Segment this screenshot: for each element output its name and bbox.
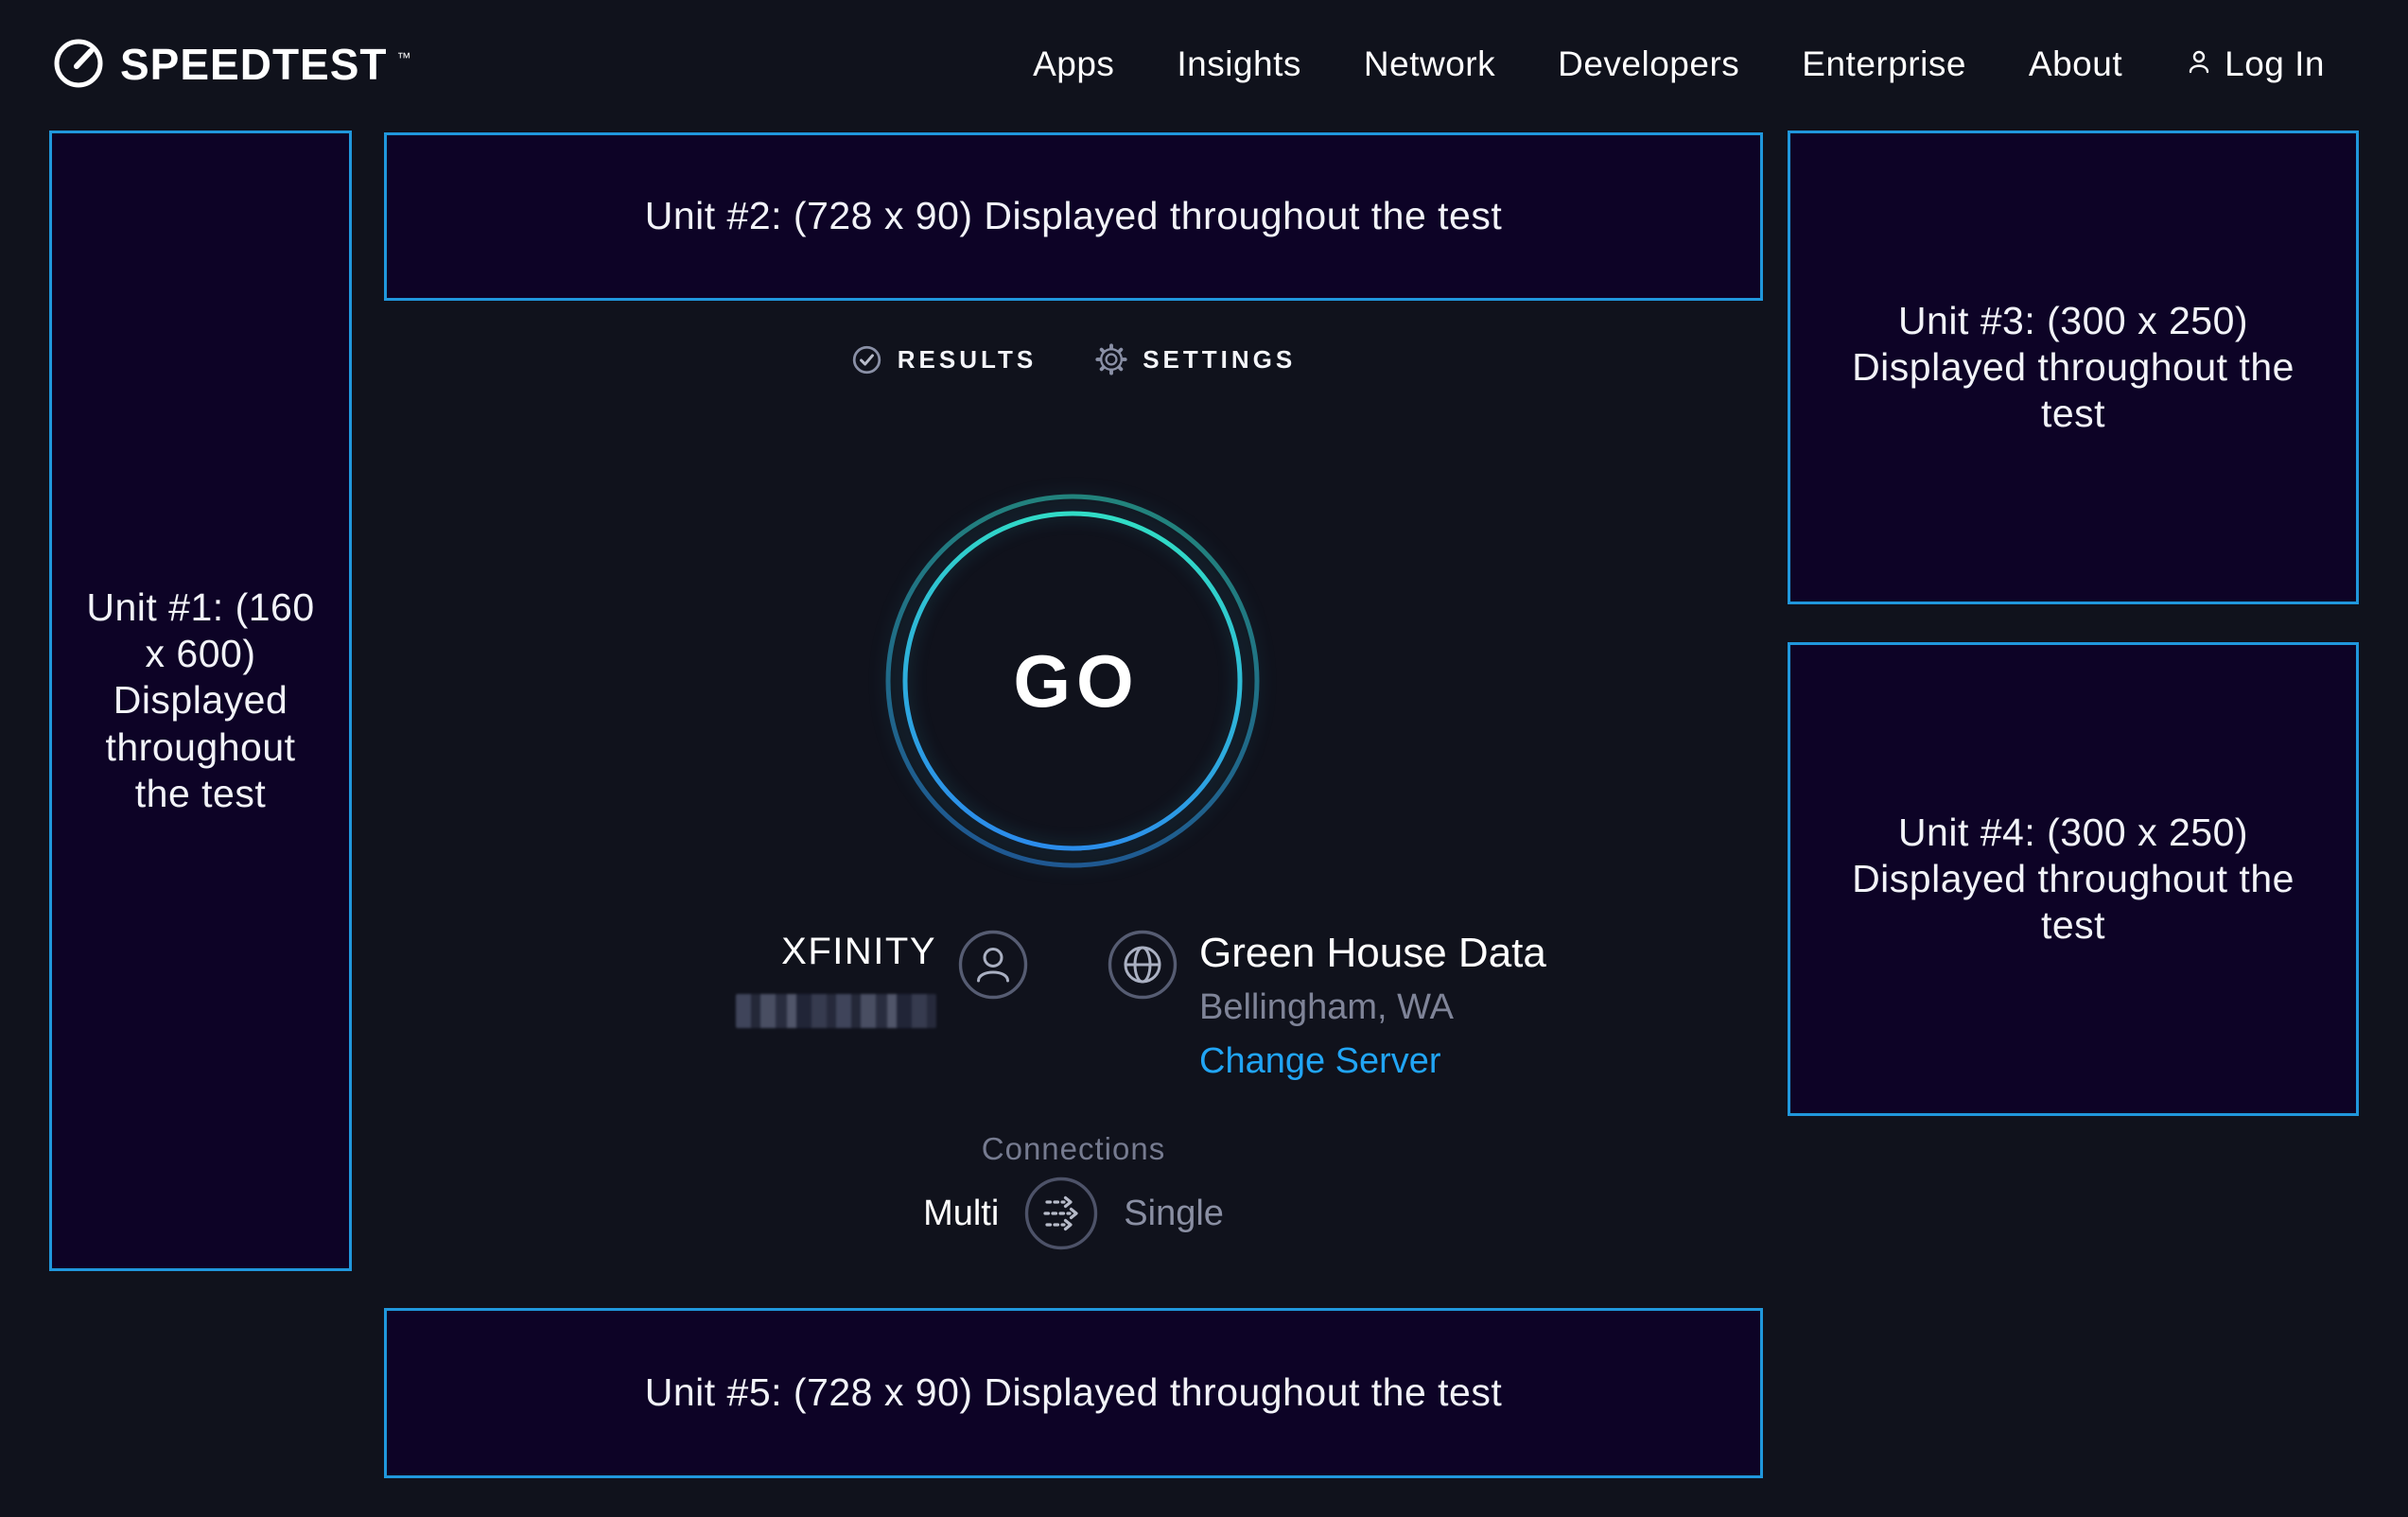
speedtest-page: SPEEDTEST ™ Apps Insights Network Develo… xyxy=(0,0,2408,1517)
ad-unit-5-leaderboard: Unit #5: (728 x 90) Displayed throughout… xyxy=(384,1308,1763,1478)
ad-unit-4-rectangle: Unit #4: (300 x 250) Displayed throughou… xyxy=(1788,642,2359,1116)
isp-user-icon xyxy=(958,930,1028,1004)
logo-wordmark: SPEEDTEST xyxy=(120,39,388,90)
login-button[interactable]: Log In xyxy=(2185,44,2325,84)
user-icon xyxy=(2185,44,2213,84)
connections-toggle-icon[interactable] xyxy=(1023,1176,1099,1251)
ad-unit-5-text: Unit #5: (728 x 90) Displayed throughout… xyxy=(645,1369,1503,1416)
nav-item-insights[interactable]: Insights xyxy=(1177,44,1301,84)
server-name: Green House Data xyxy=(1199,931,1546,976)
test-tabs: RESULTS xyxy=(384,329,1763,390)
speedtest-logo[interactable]: SPEEDTEST ™ xyxy=(52,37,411,93)
login-label: Log In xyxy=(2225,44,2325,84)
redacted-ip-address xyxy=(736,994,936,1028)
connections-label: Connections xyxy=(384,1131,1763,1167)
go-button[interactable]: GO xyxy=(883,492,1262,870)
ad-unit-2-text: Unit #2: (728 x 90) Displayed throughout… xyxy=(645,193,1503,239)
top-nav-bar: SPEEDTEST ™ Apps Insights Network Develo… xyxy=(0,0,2408,129)
tab-settings[interactable]: SETTINGS xyxy=(1095,343,1296,375)
isp-info: XFINITY xyxy=(690,931,936,1028)
server-location: Bellingham, WA xyxy=(1199,987,1546,1027)
tab-results-label: RESULTS xyxy=(898,345,1037,375)
main-nav: Apps Insights Network Developers Enterpr… xyxy=(1033,44,2325,84)
connections-toggle-row: Multi Single xyxy=(384,1175,1763,1252)
check-circle-icon xyxy=(851,344,882,375)
ad-unit-4-text: Unit #4: (300 x 250) Displayed throughou… xyxy=(1830,810,2316,950)
connections-multi-option[interactable]: Multi xyxy=(923,1194,999,1234)
server-globe-icon xyxy=(1108,930,1178,1004)
gear-icon xyxy=(1095,343,1127,375)
server-info: Green House Data Bellingham, WA Change S… xyxy=(1199,931,1546,1081)
nav-item-network[interactable]: Network xyxy=(1364,44,1495,84)
nav-item-apps[interactable]: Apps xyxy=(1033,44,1114,84)
connections-single-option[interactable]: Single xyxy=(1124,1194,1224,1234)
trademark-mark: ™ xyxy=(397,50,411,66)
tab-results[interactable]: RESULTS xyxy=(851,344,1037,375)
go-label: GO xyxy=(883,492,1262,870)
nav-item-enterprise[interactable]: Enterprise xyxy=(1802,44,1966,84)
ad-unit-3-rectangle: Unit #3: (300 x 250) Displayed throughou… xyxy=(1788,131,2359,604)
change-server-link[interactable]: Change Server xyxy=(1199,1041,1441,1081)
ad-unit-1-text: Unit #1: (160 x 600) Displayed throughou… xyxy=(73,584,328,817)
ad-unit-2-leaderboard: Unit #2: (728 x 90) Displayed throughout… xyxy=(384,132,1763,301)
ad-unit-1-skyscraper: Unit #1: (160 x 600) Displayed throughou… xyxy=(49,131,352,1271)
nav-item-developers[interactable]: Developers xyxy=(1558,44,1739,84)
tab-settings-label: SETTINGS xyxy=(1143,345,1296,375)
isp-name: XFINITY xyxy=(690,931,936,973)
nav-item-about[interactable]: About xyxy=(2029,44,2122,84)
ad-unit-3-text: Unit #3: (300 x 250) Displayed throughou… xyxy=(1830,298,2316,438)
speedometer-icon xyxy=(52,37,105,93)
